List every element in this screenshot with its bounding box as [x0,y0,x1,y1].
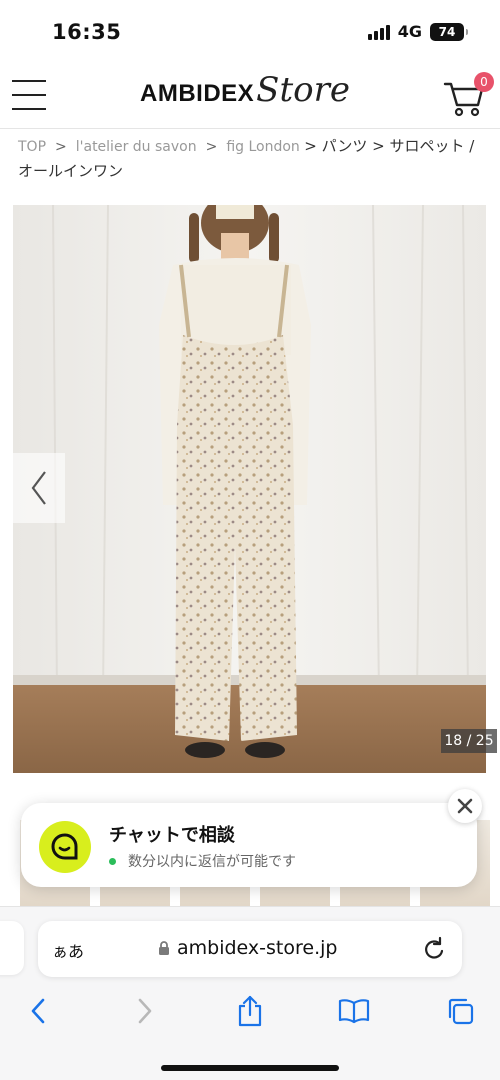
chat-title: チャットで相談 [109,825,235,846]
bookmarks-button[interactable] [336,993,372,1029]
breadcrumb-brand[interactable]: l'atelier du savon [76,139,197,155]
cart-button[interactable]: 0 [442,72,494,118]
lock-icon [159,941,169,955]
status-time: 16:35 [52,20,122,44]
reload-icon [425,936,444,959]
breadcrumb-separator: > [55,139,67,155]
network-label: 4G [397,22,422,41]
menu-icon[interactable] [12,80,46,110]
breadcrumb-top[interactable]: TOP [18,139,46,155]
back-button[interactable] [20,993,56,1029]
home-indicator [161,1065,339,1071]
share-button[interactable] [232,993,268,1029]
tabs-button[interactable] [442,993,478,1029]
address-bar[interactable]: ぁあ ambidex-store.jp [38,921,462,977]
forward-button[interactable] [127,993,163,1029]
chat-widget[interactable]: チャットで相談 数分以内に返信が可能です [21,803,477,887]
book-icon [338,999,370,1024]
breadcrumb-separator: > [205,139,218,155]
chat-bubble-icon [51,833,78,860]
site-header: AMBIDEX Store 0 [0,64,500,126]
status-bar: 16:35 4G 74 [0,0,500,64]
browser-bottom-bar: ぁあ ambidex-store.jp [0,906,500,1080]
online-indicator-icon [109,857,116,865]
breadcrumb-sub-brand[interactable]: fig London [226,139,299,155]
chat-status-text: 数分以内に返信が可能です [128,854,296,870]
previous-image-button[interactable] [13,453,65,523]
page-settings-button[interactable]: ぁあ [52,938,84,962]
status-indicators: 4G 74 [367,22,468,41]
product-photo [13,205,486,773]
previous-tab-peek[interactable] [0,921,24,975]
image-counter: 18 / 25 [441,729,497,753]
chat-status: 数分以内に返信が可能です [109,851,296,871]
chat-avatar [39,821,91,873]
share-icon [238,995,262,1027]
breadcrumb: TOP > l'atelier du savon > fig London > パンツ … [18,134,488,184]
header-divider [0,128,500,129]
reload-button[interactable] [420,935,448,963]
logo-script-text: Store [256,70,350,110]
battery-icon: 74 [430,22,468,41]
tabs-icon [448,998,474,1025]
store-logo[interactable]: AMBIDEX Store [140,70,350,110]
url-display[interactable]: ambidex-store.jp [158,937,337,959]
url-text: ambidex-store.jp [177,937,338,959]
chat-close-button[interactable] [448,789,482,823]
product-image[interactable] [13,205,486,773]
chevron-right-icon [138,998,152,1024]
chevron-left-icon [31,471,46,505]
cart-count-badge: 0 [474,72,494,92]
browser-toolbar [0,987,500,1035]
logo-main-text: AMBIDEX [140,80,255,107]
signal-icon [367,24,390,40]
chevron-left-icon [31,998,45,1024]
close-icon [457,798,473,814]
